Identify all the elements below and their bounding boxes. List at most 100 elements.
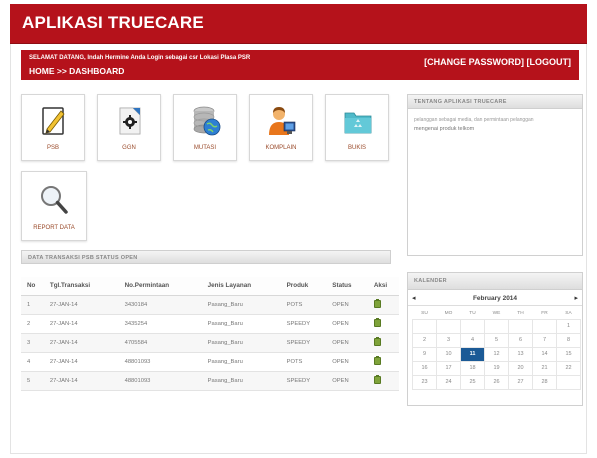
calendar-day[interactable]: 5 [484,332,509,348]
calendar-day[interactable]: 7 [532,332,557,348]
calendar-day-today[interactable]: 11 [460,346,485,362]
calendar-day[interactable]: 1 [556,318,581,334]
calendar-day[interactable]: 18 [460,360,485,376]
tile-report-data[interactable]: REPORT DATA [21,171,87,241]
cell-product: POTS [280,352,327,372]
database-globe-icon [193,106,221,136]
cell-request-no: 3435254 [118,314,202,334]
logout-link[interactable]: [LOGOUT] [527,57,572,67]
welcome-text: SELAMAT DATANG, Indah Hermine Anda Login… [29,55,251,61]
calendar-empty-cell [460,318,485,334]
calendar-day[interactable]: 12 [484,346,509,362]
cell-service-type: Pasang_Baru [201,314,281,334]
cell-service-type: Pasang_Baru [201,333,281,353]
table-row: 3 27-JAN-14 4705584 Pasang_Baru SPEEDY O… [21,333,399,353]
calendar-empty-cell [556,374,581,390]
clipboard-icon[interactable] [373,317,381,327]
cell-action [367,333,399,353]
calendar-day[interactable]: 14 [532,346,557,362]
tile-label: KOMPLAIN [265,145,297,151]
tile-bukis[interactable]: BUKIS [325,94,389,161]
cell-service-type: Pasang_Baru [201,295,281,315]
column-header: Produk [280,277,327,296]
calendar-day[interactable]: 24 [436,374,461,390]
tile-label: PSB [46,145,59,151]
calendar-day[interactable]: 26 [484,374,509,390]
tile-komplain[interactable]: KOMPLAIN [249,94,313,161]
table-row: 4 27-JAN-14 48801093 Pasang_Baru POTS OP… [21,352,399,372]
calendar-day[interactable]: 4 [460,332,485,348]
cell-no: 1 [21,295,44,315]
calendar-week-row: 1 [412,318,581,334]
calendar-day[interactable]: 15 [556,346,581,362]
column-header: Aksi [367,277,399,296]
tile-psb[interactable]: PSB [21,94,85,161]
calendar-day[interactable]: 2 [412,332,437,348]
clipboard-icon[interactable] [373,298,381,308]
calendar-day[interactable]: 22 [556,360,581,376]
calendar-day[interactable]: 3 [436,332,461,348]
cell-date: 27-JAN-14 [43,352,119,372]
calendar-day[interactable]: 20 [508,360,533,376]
cell-status: OPEN [326,295,368,315]
calendar-day[interactable]: 25 [460,374,485,390]
change-password-link[interactable]: [CHANGE PASSWORD] [424,57,524,67]
calendar-empty-cell [412,318,437,334]
cell-date: 27-JAN-14 [43,314,119,334]
info-bar: SELAMAT DATANG, Indah Hermine Anda Login… [21,50,579,80]
cell-no: 4 [21,352,44,372]
folder-icon [344,112,372,134]
about-text-line: mengenai produk telkom [414,126,475,132]
calendar-day[interactable]: 21 [532,360,557,376]
cell-date: 27-JAN-14 [43,295,119,315]
weekday-label: WE [492,310,501,316]
weekday-label: SU [421,310,428,316]
about-panel: TENTANG APLIKASI TRUECARE pelanggan seba… [407,94,583,256]
calendar-day[interactable]: 27 [508,374,533,390]
calendar-day[interactable]: 13 [508,346,533,362]
calendar-month: February 2014 [472,295,518,302]
about-title: TENTANG APLIKASI TRUECARE [408,95,582,109]
calendar-day[interactable]: 17 [436,360,461,376]
calendar-grid: SU MO TU WE TH FR SA 1 2 3 4 5 6 7 8 9 10 11 12 13 14… [412,308,581,390]
clipboard-icon[interactable] [373,374,381,384]
column-header: Status [326,277,368,296]
calendar-day[interactable]: 8 [556,332,581,348]
calendar-day[interactable]: 19 [484,360,509,376]
calendar-day[interactable]: 28 [532,374,557,390]
cell-no: 2 [21,314,44,334]
clipboard-icon[interactable] [373,355,381,365]
cell-service-type: Pasang_Baru [201,352,281,372]
calendar-day[interactable]: 10 [436,346,461,362]
calendar-panel: KALENDER ◂ February 2014 ▸ SU MO TU WE T… [407,272,583,406]
weekday-label: SA [565,310,572,316]
cell-date: 27-JAN-14 [43,371,119,391]
calendar-empty-cell [532,318,557,334]
cell-no: 5 [21,371,44,391]
table-row: 5 27-JAN-14 48801093 Pasang_Baru SPEEDY … [21,371,399,391]
tile-ggn[interactable]: GGN [97,94,161,161]
cell-request-no: 4705584 [118,333,202,353]
app-title: APLIKASI TRUECARE [22,13,204,32]
cell-request-no: 48801093 [118,352,202,372]
cell-date: 27-JAN-14 [43,333,119,353]
cell-status: OPEN [326,371,368,391]
cell-action [367,295,399,315]
magnifier-icon [41,186,68,214]
column-header: No [21,277,44,296]
cell-action [367,371,399,391]
tile-mutasi[interactable]: MUTASI [173,94,237,161]
cell-status: OPEN [326,333,368,353]
cell-status: OPEN [326,352,368,372]
cell-status: OPEN [326,314,368,334]
next-month-icon[interactable]: ▸ [574,294,578,302]
calendar-day[interactable]: 23 [412,374,437,390]
cell-request-no: 48801093 [118,371,202,391]
column-header: No.Permintaan [118,277,202,296]
calendar-day[interactable]: 16 [412,360,437,376]
calendar-title: KALENDER [408,273,582,290]
calendar-day[interactable]: 9 [412,346,437,362]
calendar-day[interactable]: 6 [508,332,533,348]
cell-action [367,314,399,334]
clipboard-icon[interactable] [373,336,381,346]
